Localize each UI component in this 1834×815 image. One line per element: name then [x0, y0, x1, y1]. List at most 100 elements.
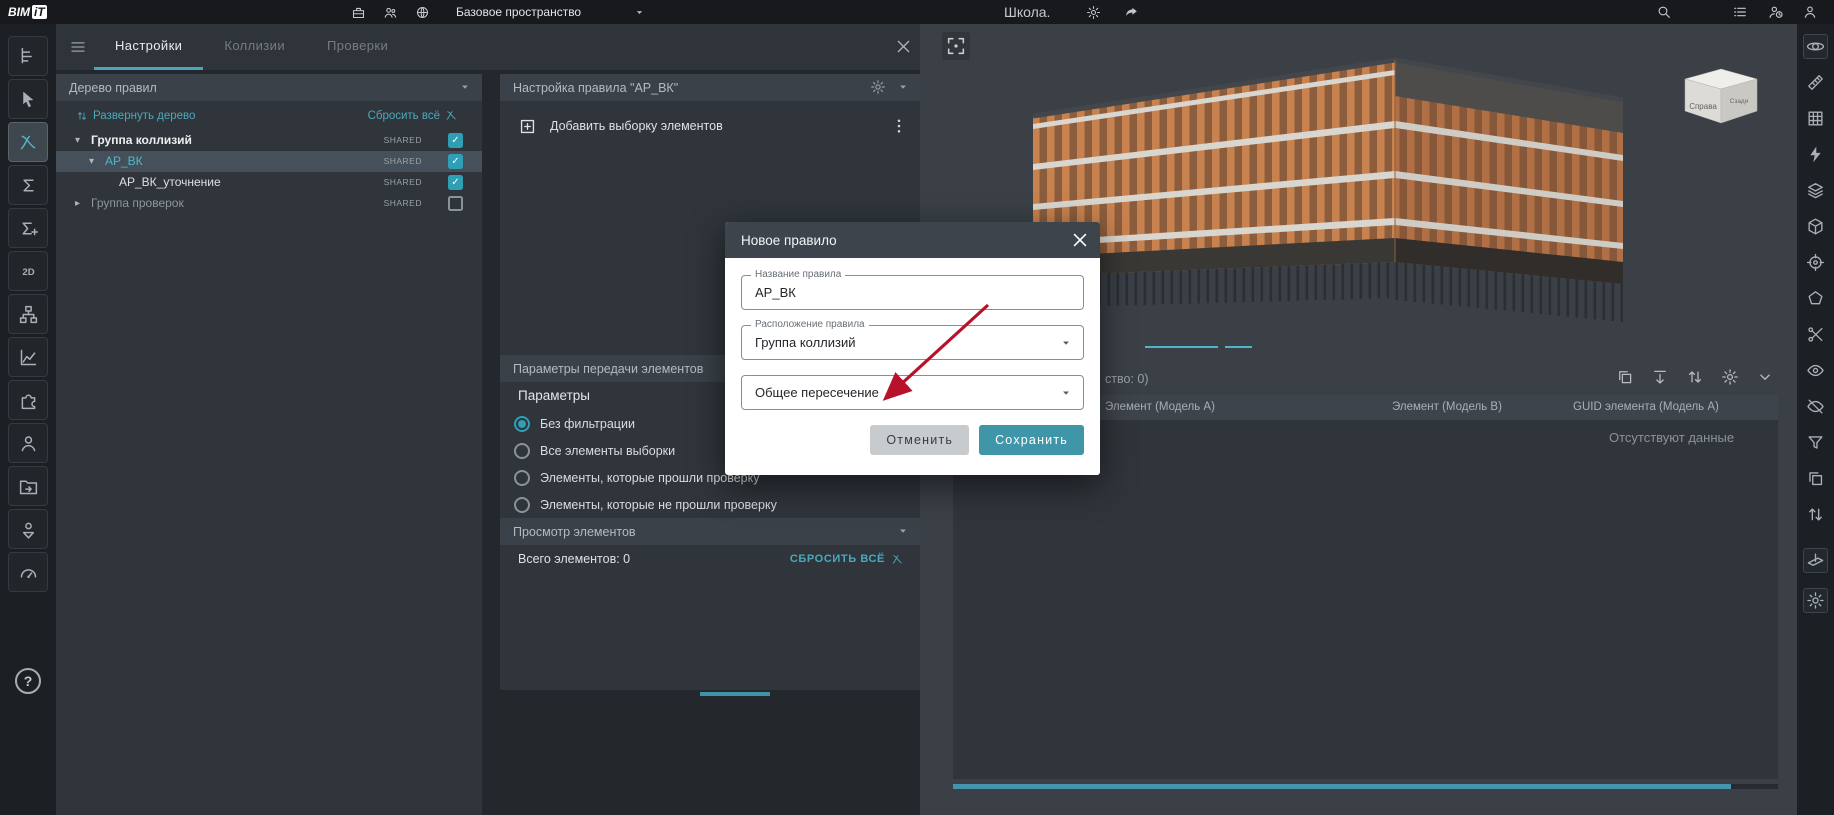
shared-checkbox[interactable]: ✓: [448, 175, 463, 190]
menu-icon[interactable]: [69, 38, 87, 56]
account-history-icon[interactable]: [1768, 0, 1784, 24]
reset-all-link[interactable]: СБРОСИТЬ ВСЁ: [790, 553, 904, 566]
shared-checkbox[interactable]: [448, 196, 463, 211]
collapse-icon[interactable]: [1756, 368, 1774, 386]
kebab-menu-icon[interactable]: [890, 117, 908, 135]
dashboard-icon[interactable]: [8, 552, 48, 592]
model-tree-icon[interactable]: [8, 36, 48, 76]
check-type-select[interactable]: Общее пересечение: [741, 375, 1084, 410]
scrollbar-thumb[interactable]: [953, 784, 1731, 789]
caret-icon[interactable]: ▾: [75, 130, 80, 151]
rule-section-header[interactable]: Настройка правила "АР_ВК": [500, 74, 920, 101]
chevron-down-icon[interactable]: [633, 0, 646, 24]
toolbox-icon[interactable]: [351, 5, 366, 20]
radio-option[interactable]: Элементы, которые не прошли проверку: [514, 491, 912, 518]
tab-collisions[interactable]: Коллизии: [203, 24, 306, 70]
charts-icon[interactable]: [8, 337, 48, 377]
shared-checkbox[interactable]: ✓: [448, 133, 463, 148]
close-icon[interactable]: [894, 37, 913, 56]
column-header[interactable]: Элемент (Модель А): [1105, 395, 1215, 420]
caret-icon[interactable]: ▸: [75, 193, 80, 214]
chevron-down-icon[interactable]: [896, 80, 910, 94]
account-icon[interactable]: [1802, 0, 1818, 24]
search-icon[interactable]: [1656, 0, 1672, 24]
sort-elements-icon[interactable]: [1803, 502, 1828, 527]
tab-checks[interactable]: Проверки: [306, 24, 409, 70]
view-section-header[interactable]: Просмотр элементов: [500, 518, 920, 545]
app-logo[interactable]: BIM iT: [8, 0, 47, 24]
cancel-button[interactable]: Отменить: [870, 425, 970, 455]
rule-name-input[interactable]: [742, 276, 1032, 309]
copy-icon[interactable]: [1616, 368, 1634, 386]
shared-folder-icon[interactable]: [8, 466, 48, 506]
collisions-icon[interactable]: [8, 122, 48, 162]
focus-target-icon[interactable]: [1803, 250, 1828, 275]
nav-cube[interactable]: Справа Сзади: [1675, 64, 1767, 126]
project-settings-icon[interactable]: [1086, 0, 1101, 24]
copy-view-icon[interactable]: [1803, 466, 1828, 491]
team-icon[interactable]: [383, 5, 398, 20]
show-icon[interactable]: [1803, 358, 1828, 383]
view-2d-icon[interactable]: [8, 251, 48, 291]
rule-location-select[interactable]: Расположение правила Группа коллизий: [741, 319, 1084, 360]
panel-scrollbar-thumb[interactable]: [700, 692, 770, 696]
logo-text: BIM: [8, 5, 30, 19]
total-row: Всего элементов: 0 СБРОСИТЬ ВСЁ: [518, 552, 904, 566]
column-header[interactable]: Элемент (Модель B): [1392, 395, 1502, 420]
settings-icon[interactable]: [1721, 368, 1739, 386]
plugins-icon[interactable]: [8, 380, 48, 420]
reset-tree-link[interactable]: Сбросить всё: [368, 109, 458, 122]
measure-icon[interactable]: [1803, 70, 1828, 95]
globe-icon[interactable]: [415, 5, 430, 20]
horizontal-scrollbar[interactable]: [953, 784, 1778, 789]
radio-icon: [514, 496, 530, 513]
chevron-down-icon[interactable]: [458, 80, 472, 94]
add-selection-row[interactable]: Добавить выборку элементов: [500, 109, 920, 143]
focus-model-icon[interactable]: [942, 32, 970, 60]
dialog-buttons: Отменить Сохранить: [741, 425, 1084, 455]
column-header[interactable]: GUID элемента (Модель А): [1573, 395, 1719, 420]
shared-checkbox[interactable]: ✓: [448, 154, 463, 169]
expand-tree-link[interactable]: Развернуть дерево: [76, 110, 195, 122]
shared-label: SHARED: [383, 177, 422, 187]
workspace-selector[interactable]: Базовое пространство: [456, 0, 581, 24]
sum-add-icon[interactable]: [8, 208, 48, 248]
sum-icon[interactable]: [8, 165, 48, 205]
tree-row[interactable]: ▸ Группа проверок SHARED: [56, 193, 482, 214]
help-button[interactable]: ?: [15, 668, 41, 694]
tree-row[interactable]: ▾ Группа коллизий SHARED ✓: [56, 130, 482, 151]
clash-bolt-icon[interactable]: [1803, 142, 1828, 167]
tree-row[interactable]: АР_ВК_уточнение SHARED ✓: [56, 172, 482, 193]
caret-icon[interactable]: ▾: [89, 151, 94, 172]
gear-icon[interactable]: [870, 79, 886, 95]
grid-icon[interactable]: [1803, 106, 1828, 131]
rule-name-field[interactable]: Название правила: [741, 269, 1084, 310]
panel-tab-strip: Настройки Коллизии Проверки: [56, 24, 920, 70]
tree-row[interactable]: ▾ АР_ВК SHARED ✓: [56, 151, 482, 172]
user-icon[interactable]: [8, 423, 48, 463]
layers-icon[interactable]: [1803, 178, 1828, 203]
filter-icon[interactable]: [1803, 430, 1828, 455]
view-settings-icon[interactable]: [1803, 588, 1828, 613]
orbit-icon[interactable]: [1803, 34, 1828, 59]
structure-icon[interactable]: [8, 294, 48, 334]
section-cut-icon[interactable]: [1803, 322, 1828, 347]
polygon-select-icon[interactable]: [1803, 286, 1828, 311]
clip-plane-icon[interactable]: [1803, 548, 1828, 573]
save-button[interactable]: Сохранить: [979, 425, 1084, 455]
user-pin-icon[interactable]: [8, 509, 48, 549]
share-icon[interactable]: [1124, 0, 1139, 24]
sort-icon[interactable]: [1686, 368, 1704, 386]
tree-section-header[interactable]: Дерево правил: [56, 74, 482, 101]
close-icon[interactable]: [1070, 230, 1090, 250]
cube-face-label[interactable]: Справа: [1689, 102, 1717, 111]
list-icon[interactable]: [1732, 0, 1748, 24]
cube-face-label[interactable]: Сзади: [1730, 98, 1749, 105]
chevron-down-icon[interactable]: [896, 524, 910, 538]
tree-row-label: Группа коллизий: [91, 133, 192, 147]
model-cube-icon[interactable]: [1803, 214, 1828, 239]
import-icon[interactable]: [1651, 368, 1669, 386]
tab-settings[interactable]: Настройки: [94, 24, 204, 70]
hide-icon[interactable]: [1803, 394, 1828, 419]
select-cursor-icon[interactable]: [8, 79, 48, 119]
